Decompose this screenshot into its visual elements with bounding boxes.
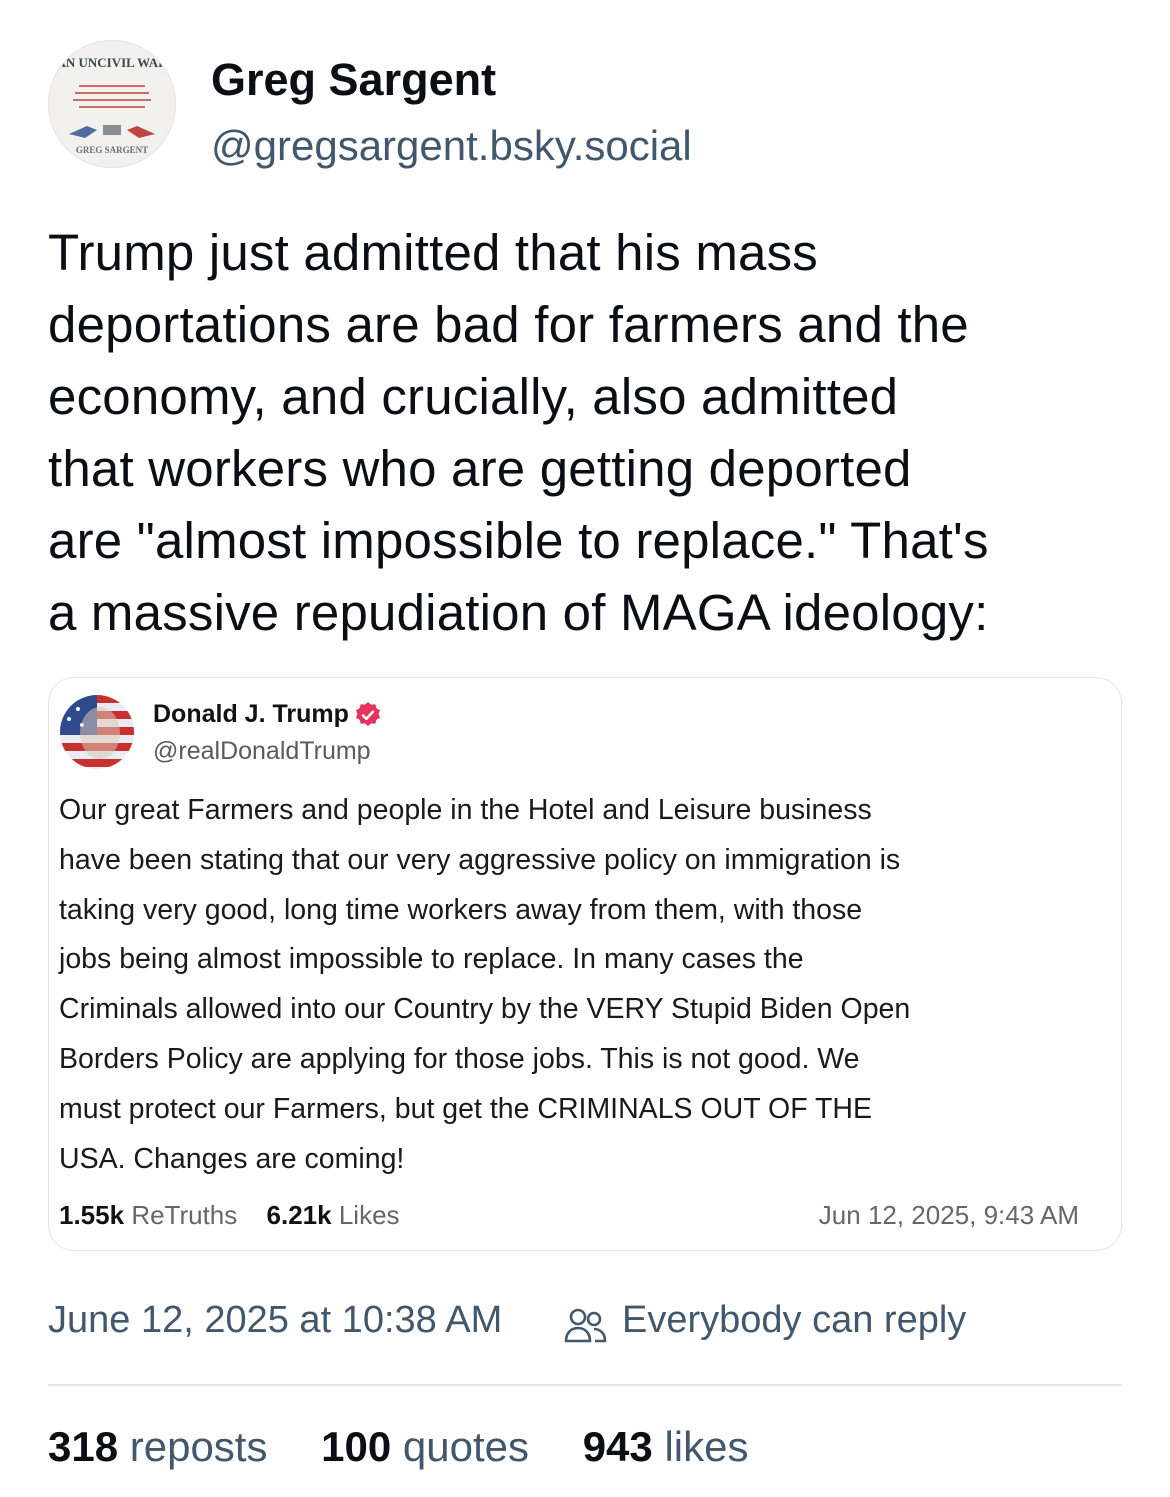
post-header: AN UNCIVIL WAR GREG SARGENT Greg Sargent… bbox=[48, 40, 1128, 180]
embed-body-text: Our great Farmers and people in the Hote… bbox=[59, 794, 911, 1175]
divider bbox=[48, 1384, 1122, 1386]
post-timestamp: June 12, 2025 at 10:38 AM bbox=[48, 1299, 503, 1341]
embed-retruths-count: 1.55k bbox=[59, 1200, 125, 1230]
embed-likes-label: Likes bbox=[338, 1200, 400, 1230]
likes-label: likes bbox=[664, 1423, 749, 1470]
likes-count: 943 bbox=[582, 1423, 653, 1470]
post-text: Trump just admitted that his mass deport… bbox=[48, 224, 989, 641]
embed-avatar bbox=[60, 695, 134, 769]
verified-badge-icon bbox=[356, 702, 380, 726]
post-stats: 318 reposts 100 quotes 943 likes bbox=[48, 1423, 790, 1471]
embedded-image[interactable]: Donald J. Trump @realDonaldTrump Our gre… bbox=[48, 677, 1122, 1251]
book-author: GREG SARGENT bbox=[76, 145, 148, 155]
embed-date: Jun 12, 2025, 9:43 AM bbox=[818, 1200, 1079, 1230]
embed-retruths-label: ReTruths bbox=[131, 1200, 238, 1230]
embed-likes-count: 6.21k bbox=[266, 1200, 332, 1230]
post-meta: June 12, 2025 at 10:38 AM Everybody can … bbox=[48, 1299, 1128, 1349]
author-handle[interactable]: @gregsargent.bsky.social bbox=[211, 122, 692, 170]
likes-stat[interactable]: 943 likes bbox=[583, 1423, 749, 1471]
quotes-stat[interactable]: 100 quotes bbox=[321, 1423, 529, 1471]
quotes-label: quotes bbox=[402, 1423, 530, 1470]
reposts-count: 318 bbox=[48, 1423, 119, 1470]
quotes-count: 100 bbox=[321, 1423, 392, 1470]
reply-setting-label: Everybody can reply bbox=[622, 1299, 967, 1341]
book-cover-image: AN UNCIVIL WAR GREG SARGENT bbox=[49, 41, 175, 167]
reposts-stat[interactable]: 318 reposts bbox=[48, 1423, 267, 1471]
embed-author-handle: @realDonaldTrump bbox=[153, 737, 371, 765]
author-avatar[interactable]: AN UNCIVIL WAR GREG SARGENT bbox=[48, 40, 176, 168]
people-icon bbox=[564, 1308, 607, 1343]
embed-author-name: Donald J. Trump bbox=[153, 700, 349, 728]
book-title: AN UNCIVIL WAR bbox=[56, 55, 168, 70]
embed-stats: 1.55k ReTruths 6.21k Likes bbox=[59, 1200, 400, 1231]
reposts-label: reposts bbox=[129, 1423, 268, 1470]
author-name[interactable]: Greg Sargent bbox=[211, 54, 496, 106]
